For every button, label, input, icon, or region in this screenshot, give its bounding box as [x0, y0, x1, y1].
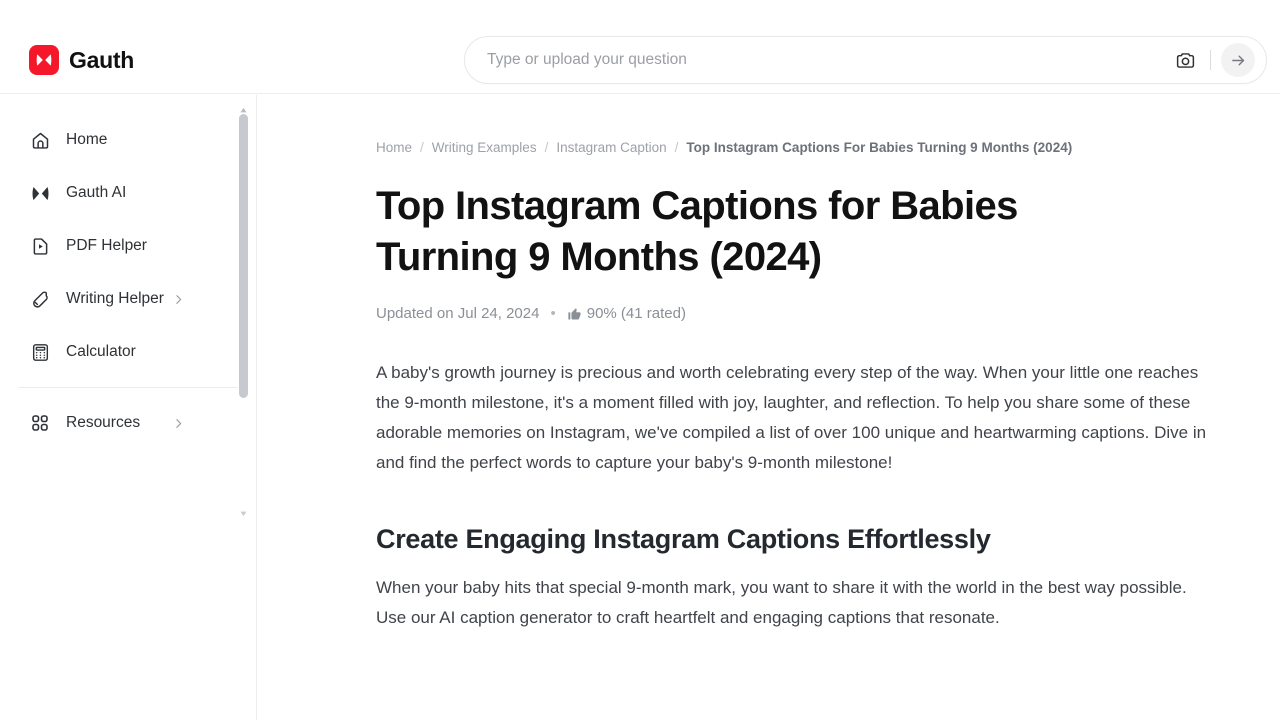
sidebar-item-label: Home	[66, 131, 108, 148]
scroll-down-arrow-icon[interactable]	[239, 505, 248, 517]
sidebar-item-writing-helper[interactable]: Writing Helper	[18, 277, 240, 321]
sidebar-item-pdf-helper[interactable]: PDF Helper	[18, 224, 240, 268]
section-paragraph: When your baby hits that special 9-month…	[376, 578, 1187, 627]
scroll-up-arrow-icon[interactable]	[239, 102, 248, 113]
sidebar-item-label: Resources	[66, 414, 141, 431]
breadcrumb: Home / Writing Examples / Instagram Capt…	[376, 140, 1210, 155]
sidebar-item-label: Writing Helper	[66, 290, 164, 307]
meta-separator-dot: •	[550, 305, 556, 322]
scrollbar-thumb[interactable]	[239, 114, 248, 398]
top-header: Gauth	[0, 0, 1280, 94]
sidebar-item-gauth-ai[interactable]: Gauth AI	[18, 171, 240, 215]
updated-date: Updated on Jul 24, 2024	[376, 305, 540, 322]
rating-value: 90% (41 rated)	[586, 305, 686, 322]
home-icon	[28, 128, 52, 152]
sidebar-item-home[interactable]: Home	[18, 118, 240, 162]
brand-name: Gauth	[69, 46, 134, 73]
thumbs-up-icon	[567, 306, 582, 321]
page-title: Top Instagram Captions for Babies Turnin…	[376, 184, 1018, 279]
sidebar-item-label: Calculator	[66, 343, 136, 360]
search-bar[interactable]	[464, 36, 1267, 84]
search-input[interactable]	[465, 50, 1168, 70]
grid-apps-icon	[28, 411, 52, 435]
pen-icon	[28, 287, 52, 311]
sidebar-item-resources[interactable]: Resources	[18, 401, 240, 445]
sidebar: Home Gauth AI PDF Helper Writing Helper …	[0, 95, 257, 720]
breadcrumb-separator: /	[674, 140, 679, 155]
sidebar-item-label: Gauth AI	[66, 184, 127, 201]
pdf-helper-icon	[28, 234, 52, 258]
brand-logo[interactable]: Gauth	[29, 44, 134, 76]
breadcrumb-separator: /	[420, 140, 424, 155]
sidebar-divider	[18, 387, 238, 388]
sidebar-nav: Home Gauth AI PDF Helper Writing Helper …	[0, 95, 256, 445]
section-heading: Create Engaging Instagram Captions Effor…	[376, 524, 991, 554]
breadcrumb-current: Top Instagram Captions For Babies Turnin…	[686, 140, 1073, 155]
breadcrumb-item-instagram-caption[interactable]: Instagram Caption	[556, 140, 666, 155]
breadcrumb-separator: /	[544, 140, 549, 155]
sidebar-item-calculator[interactable]: Calculator	[18, 330, 240, 374]
breadcrumb-item-writing-examples[interactable]: Writing Examples	[432, 140, 537, 155]
calculator-icon	[28, 340, 52, 364]
sidebar-scrollbar[interactable]	[238, 100, 249, 517]
gauth-logo-icon	[29, 45, 59, 75]
article-meta: Updated on Jul 24, 2024 • 90% (41 rated)	[376, 305, 1210, 322]
gauth-ai-icon	[28, 181, 52, 205]
search-divider	[1210, 50, 1211, 70]
chevron-right-icon	[172, 417, 185, 430]
camera-icon[interactable]	[1168, 43, 1202, 77]
chevron-right-icon	[172, 293, 185, 306]
sidebar-item-label: PDF Helper	[66, 237, 147, 254]
search-submit-button[interactable]	[1221, 43, 1255, 77]
breadcrumb-item-home[interactable]: Home	[376, 140, 412, 155]
app-window: Gauth Type or upload your question Home …	[0, 0, 1280, 720]
intro-paragraph: A baby's growth journey is precious and …	[376, 363, 1207, 472]
main-content: Home / Writing Examples / Instagram Capt…	[258, 95, 1280, 720]
